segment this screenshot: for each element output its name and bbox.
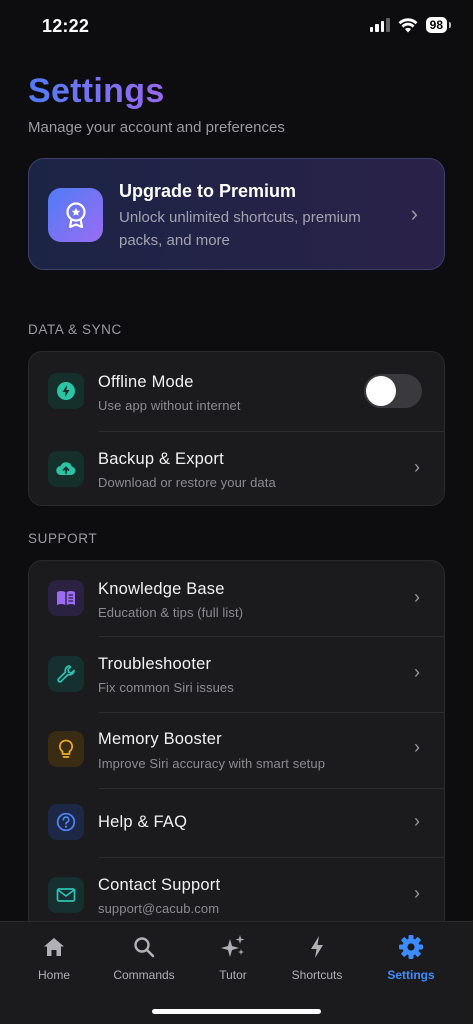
memory-booster-row[interactable]: Memory Booster Improve Siri accuracy wit… [29,713,444,788]
section-label-data-sync: DATA & SYNC [28,322,122,337]
tab-label: Tutor [219,968,247,982]
home-indicator [152,1009,321,1014]
bolt-icon [48,373,84,409]
page-title: Settings [28,72,165,110]
tab-settings[interactable]: Settings [366,934,456,982]
tab-label: Commands [113,968,175,982]
data-sync-group: Offline Mode Use app without internet Ba… [28,351,445,506]
premium-title: Upgrade to Premium [119,181,297,201]
contact-support-subtitle: support@cacub.com [98,901,220,916]
home-icon [41,934,67,960]
tab-tutor[interactable]: Tutor [188,934,278,982]
help-faq-row[interactable]: Help & FAQ › [29,789,444,857]
tab-label: Settings [387,968,435,982]
search-icon [131,934,157,960]
tab-label: Home [37,968,70,982]
sparkles-icon [220,934,246,960]
chevron-right-icon: › [414,457,420,477]
tab-label: Shortcuts [291,968,343,982]
battery-indicator: 98 [425,17,452,33]
knowledge-base-subtitle: Education & tips (full list) [98,605,244,620]
gear-icon [398,934,424,960]
knowledge-base-title: Knowledge Base [98,580,225,598]
section-label-support: SUPPORT [28,531,98,546]
backup-export-title: Backup & Export [98,450,224,468]
help-faq-title: Help & FAQ [98,813,188,831]
chevron-right-icon: › [414,662,420,682]
chevron-right-icon: › [414,737,420,757]
mail-icon [48,877,84,913]
contact-support-title: Contact Support [98,876,221,894]
wifi-icon [398,17,418,32]
book-icon [48,580,84,616]
chevron-right-icon: › [410,201,418,226]
status-icons: 98 [369,17,452,33]
support-group: Knowledge Base Education & tips (full li… [28,560,445,940]
upgrade-premium-card[interactable]: Upgrade to Premium Unlock unlimited shor… [28,158,445,270]
memory-booster-title: Memory Booster [98,730,222,748]
offline-mode-row: Offline Mode Use app without internet [29,352,444,431]
cellular-signal-icon [369,18,390,32]
page-subtitle: Manage your account and preferences [28,119,285,136]
troubleshooter-row[interactable]: Troubleshooter Fix common Siri issues › [29,637,444,712]
status-bar: 12:22 98 [0,0,473,54]
tab-commands[interactable]: Commands [99,934,189,982]
award-badge-icon [48,188,103,242]
tab-home[interactable]: Home [9,934,99,982]
tab-shortcuts[interactable]: Shortcuts [272,934,362,982]
troubleshooter-title: Troubleshooter [98,655,212,673]
backup-export-row[interactable]: Backup & Export Download or restore your… [29,432,444,505]
wrench-icon [48,656,84,692]
backup-export-subtitle: Download or restore your data [98,475,276,490]
offline-mode-title: Offline Mode [98,373,194,391]
memory-booster-subtitle: Improve Siri accuracy with smart setup [98,756,326,771]
toggle-knob [366,376,396,406]
status-time: 12:22 [42,16,90,36]
bolt-icon [304,934,330,960]
question-circle-icon [48,804,84,840]
lightbulb-icon [48,731,84,767]
chevron-right-icon: › [414,587,420,607]
offline-mode-subtitle: Use app without internet [98,398,241,413]
cloud-upload-icon [48,451,84,487]
chevron-right-icon: › [414,883,420,903]
offline-mode-toggle[interactable] [364,374,422,408]
premium-description: Unlock unlimited shortcuts, premium pack… [119,209,361,249]
knowledge-base-row[interactable]: Knowledge Base Education & tips (full li… [29,561,444,636]
troubleshooter-subtitle: Fix common Siri issues [98,680,234,695]
chevron-right-icon: › [414,811,420,831]
